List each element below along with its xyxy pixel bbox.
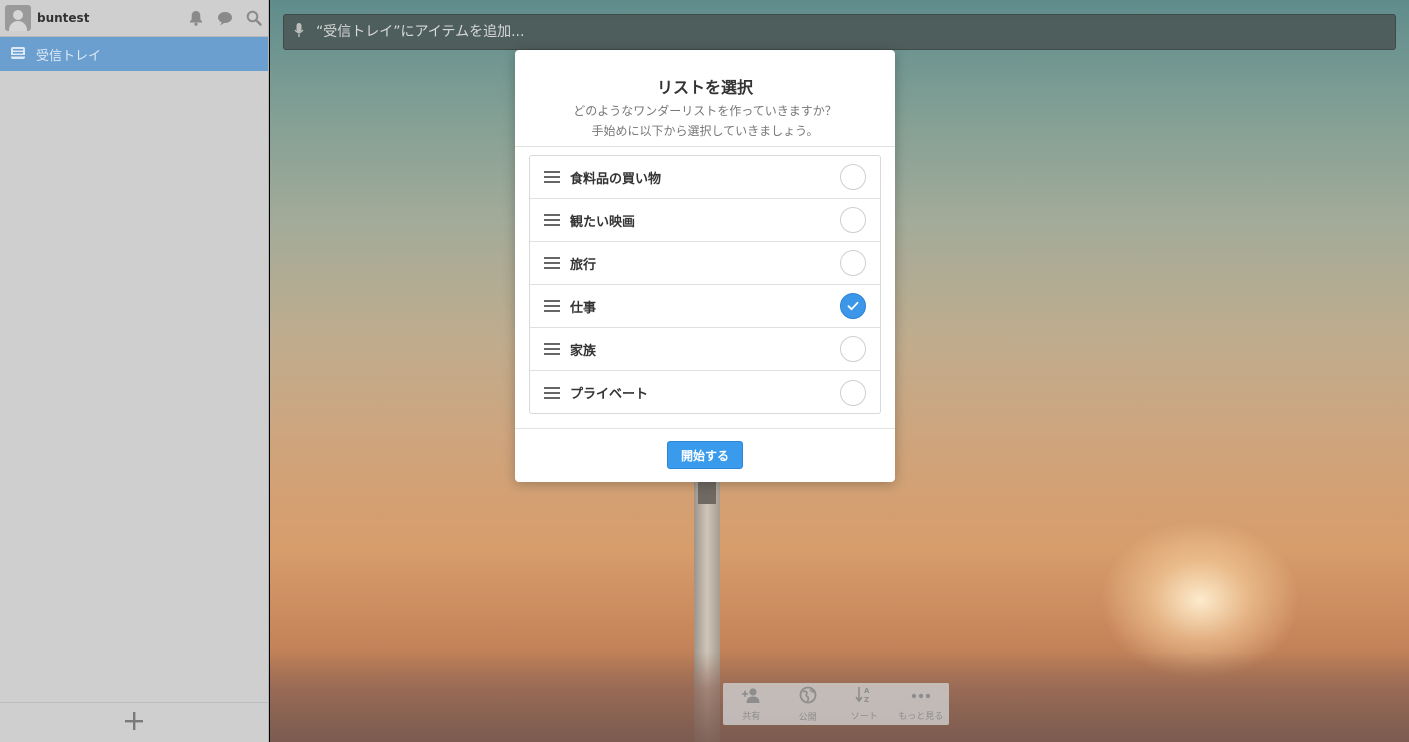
list-option-label: 観たい映画 (570, 214, 636, 230)
list-option-label: 食料品の買い物 (570, 171, 662, 187)
list-option-row[interactable]: 観たい映画 (530, 199, 880, 242)
hamburger-line (544, 305, 560, 307)
svg-text:A: A (864, 687, 870, 695)
sidebar-item-inbox[interactable]: 受信トレイ (0, 37, 268, 71)
sort-az-icon: AZ (855, 686, 873, 707)
radio-unchecked[interactable] (840, 336, 866, 362)
hamburger-line (544, 257, 560, 259)
list-option-row[interactable]: 仕事 (530, 285, 880, 328)
radio-checked[interactable] (840, 293, 866, 319)
list-option-label: 家族 (570, 343, 597, 359)
microphone-icon[interactable] (294, 22, 304, 42)
hamburger-line (544, 391, 560, 394)
checkmark-icon (847, 301, 859, 311)
divider (515, 428, 895, 429)
add-person-icon (741, 687, 761, 707)
sidebar-item-label: 受信トレイ (36, 48, 102, 64)
hamburger-line (544, 262, 560, 264)
share-button[interactable]: 共有 (725, 687, 777, 722)
bell-icon[interactable] (187, 9, 205, 27)
add-item-bar (283, 14, 1396, 50)
add-list-button[interactable] (0, 702, 268, 742)
sidebar: buntest 受信トレイ (0, 0, 269, 742)
dialog-title: リストを選択 (656, 78, 753, 97)
search-icon[interactable] (245, 9, 263, 27)
hamburger-line (544, 300, 560, 302)
sort-label: ソート (850, 712, 878, 722)
hamburger-line (544, 310, 560, 312)
hamburger-icon (544, 300, 560, 312)
hamburger-line (544, 343, 560, 345)
username[interactable]: buntest (37, 11, 176, 25)
inbox-tray-icon (10, 45, 26, 64)
bottom-toolbar: 共有 公開 AZ ソート もっと見る (723, 683, 949, 725)
start-button[interactable]: 開始する (667, 441, 743, 469)
list-option-label: 旅行 (570, 257, 597, 273)
list-option-row[interactable]: 食料品の買い物 (530, 156, 880, 199)
choose-list-dialog: リストを選択 どのようなワンダーリストを作っていきますか？ 手始めに以下から選択… (515, 50, 895, 482)
list-option-row[interactable]: 家族 (530, 328, 880, 371)
background-tower-top (698, 482, 716, 504)
hamburger-line (544, 214, 560, 216)
hamburger-line (544, 267, 560, 269)
hamburger-line (544, 176, 560, 178)
list-option-row[interactable]: プライベート (530, 371, 880, 414)
hamburger-icon (544, 386, 560, 399)
share-label: 共有 (742, 711, 761, 722)
list-option-label: プライベート (570, 387, 649, 402)
radio-unchecked[interactable] (840, 164, 866, 190)
more-label: もっと見る (898, 711, 944, 722)
hamburger-line (544, 224, 560, 226)
hamburger-line (544, 171, 560, 173)
divider (515, 146, 895, 147)
hamburger-line (544, 348, 560, 350)
user-bar: buntest (0, 0, 268, 37)
dialog-subtitle-line2: 手始めに以下から選択していきましょう。 (591, 124, 819, 138)
more-dots-icon (911, 687, 931, 707)
radio-unchecked[interactable] (840, 250, 866, 276)
hamburger-icon (544, 343, 560, 355)
add-item-input[interactable] (316, 24, 1216, 40)
hamburger-line (544, 219, 560, 221)
avatar[interactable] (5, 5, 31, 31)
hamburger-icon (544, 257, 560, 269)
more-button[interactable]: もっと見る (895, 687, 947, 722)
radio-unchecked[interactable] (840, 207, 866, 233)
dialog-subtitle: どのようなワンダーリストを作っていきますか？ 手始めに以下から選択していきましょ… (515, 101, 895, 141)
sort-button[interactable]: AZ ソート (838, 686, 890, 722)
hamburger-icon (544, 214, 560, 226)
list-option-row[interactable]: 旅行 (530, 242, 880, 285)
dialog-subtitle-line1: どのようなワンダーリストを作っていきますか？ (573, 104, 837, 118)
publish-label: 公開 (798, 712, 817, 723)
globe-icon (799, 686, 817, 708)
hamburger-line (544, 181, 560, 183)
svg-text:Z: Z (864, 696, 869, 703)
plus-icon (124, 711, 144, 735)
hamburger-icon (544, 171, 560, 183)
chat-bubble-icon[interactable] (216, 9, 234, 27)
hamburger-line (544, 386, 560, 389)
hamburger-line (544, 396, 560, 399)
list-options: 食料品の買い物 観たい映画旅行仕事家族プライベート (529, 155, 881, 414)
hamburger-line (544, 353, 560, 355)
list-option-label: 仕事 (570, 300, 597, 316)
publish-button[interactable]: 公開 (782, 686, 834, 723)
radio-unchecked[interactable] (840, 379, 866, 406)
